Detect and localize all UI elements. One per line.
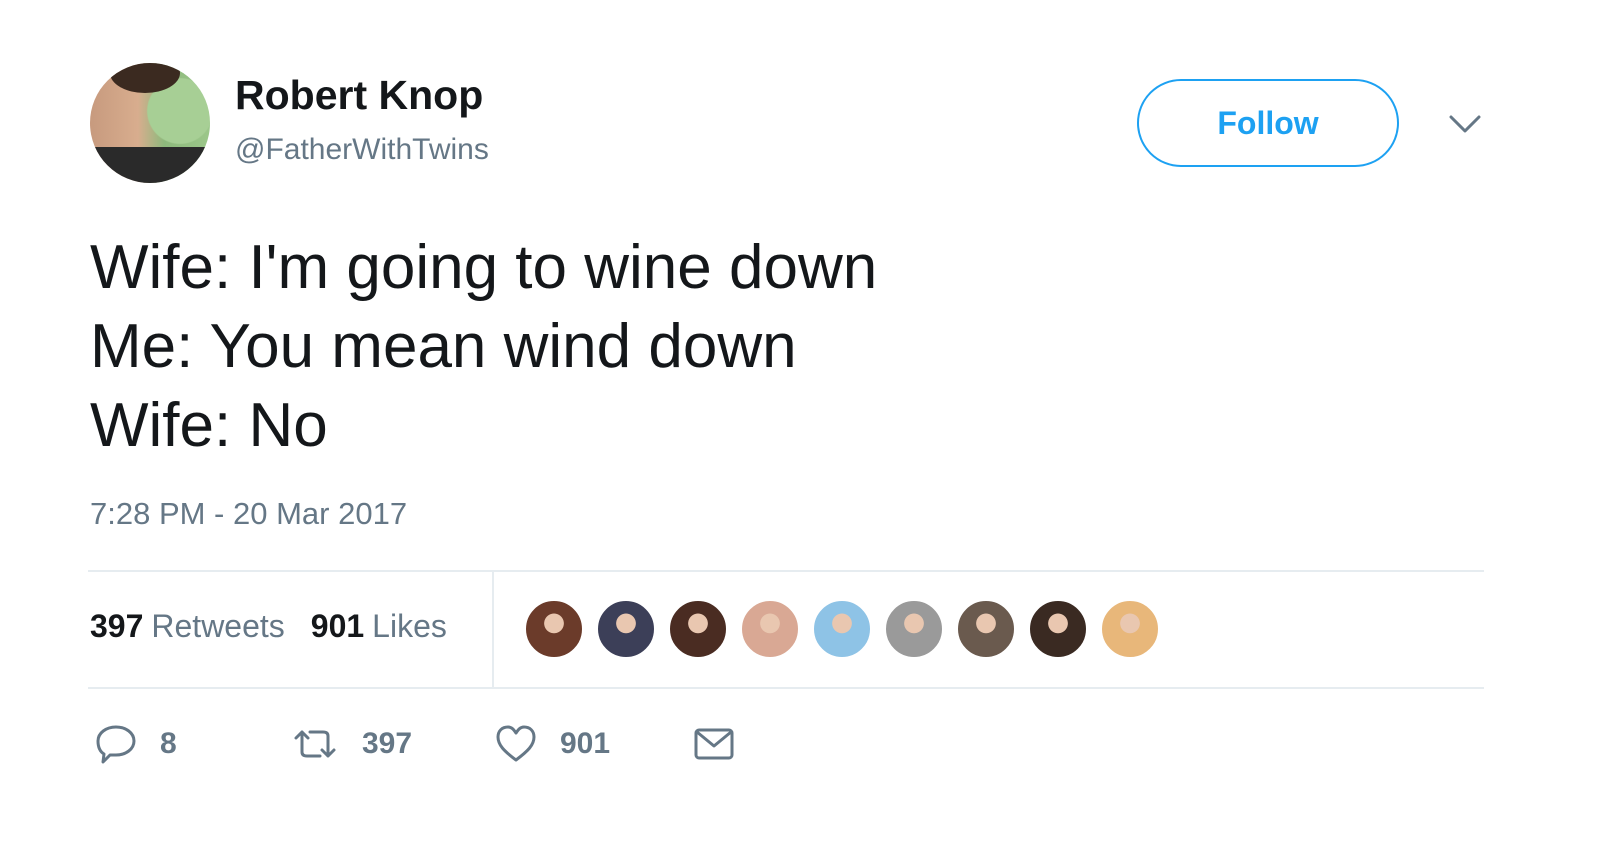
liker-avatar[interactable] [524,599,584,659]
author-avatar[interactable] [90,63,210,183]
retweets-label: Retweets [151,608,285,644]
like-button[interactable]: 901 [494,722,610,766]
tweet-text: Wife: I'm going to wine down Me: You mea… [90,228,877,465]
liker-avatar[interactable] [740,599,800,659]
envelope-icon [694,728,734,760]
likes-stat[interactable]: 901 Likes [311,608,447,645]
avatar-hair [110,63,180,93]
direct-message-button[interactable] [692,722,736,766]
liker-avatar[interactable] [1100,599,1160,659]
reply-button[interactable]: 8 [94,722,177,766]
liker-avatar[interactable] [596,599,656,659]
chevron-down-icon[interactable] [1448,113,1482,135]
retweet-icon [294,730,336,758]
likes-count: 901 [310,608,365,644]
retweet-count: 397 [362,727,413,760]
tweet-text-line: Wife: No [90,391,328,460]
tweet-text-line: Wife: I'm going to wine down [90,233,878,302]
like-count: 901 [560,727,611,760]
reply-count: 8 [160,727,177,760]
likes-label: Likes [372,608,447,644]
heart-icon [496,725,536,762]
reply-icon [96,725,136,764]
tweet-stats: 397 Retweets 901 Likes [90,608,447,645]
divider [88,687,1484,689]
liker-avatars [524,599,1160,659]
follow-button[interactable]: Follow [1137,79,1399,167]
liker-avatar[interactable] [884,599,944,659]
tweet-card: Robert Knop @FatherWithTwins Follow Wife… [0,0,1600,848]
divider [492,572,494,687]
liker-avatar[interactable] [812,599,872,659]
retweets-count: 397 [90,608,144,644]
liker-avatar[interactable] [956,599,1016,659]
divider [88,570,1484,572]
avatar-shirt [90,147,210,183]
tweet-timestamp[interactable]: 7:28 PM - 20 Mar 2017 [90,496,407,532]
liker-avatar[interactable] [668,599,728,659]
retweets-stat[interactable]: 397 Retweets [90,608,285,645]
liker-avatar[interactable] [1028,599,1088,659]
retweet-button[interactable]: 397 [290,722,412,766]
author-handle[interactable]: @FatherWithTwins [235,133,489,167]
author-name[interactable]: Robert Knop [235,72,483,119]
tweet-text-line: Me: You mean wind down [90,312,797,381]
